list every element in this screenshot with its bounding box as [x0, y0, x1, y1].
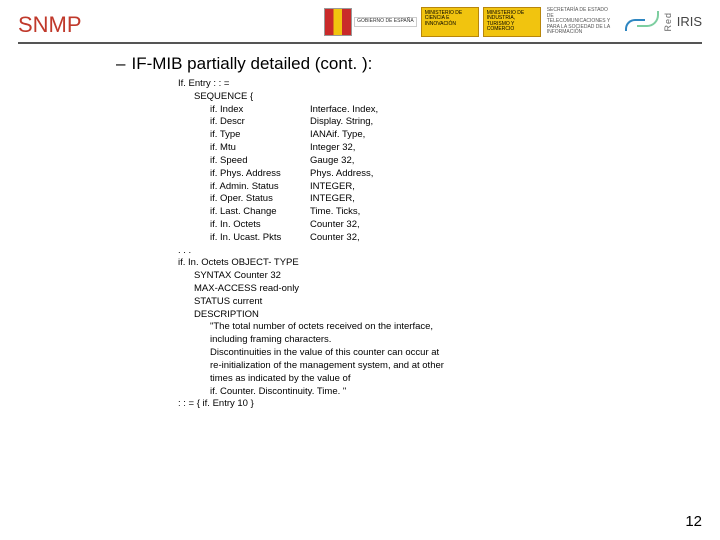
dash: –: [116, 54, 125, 73]
mib-line: DESCRIPTION: [194, 309, 702, 322]
spain-coat-icon: [324, 8, 352, 36]
seq-type: Counter 32,: [310, 219, 360, 232]
sequence-row: if. SpeedGauge 32,: [210, 155, 702, 168]
ministerio-industria: MINISTERIO DE INDUSTRIA, TURISMO Y COMER…: [483, 7, 541, 37]
seq-type: Interface. Index,: [310, 104, 378, 117]
sequence-row: if. In. Ucast. PktsCounter 32,: [210, 232, 702, 245]
gov-label: GOBIERNO DE ESPAÑA: [354, 17, 417, 27]
sequence-row: if. IndexInterface. Index,: [210, 104, 702, 117]
sequence-row: if. Oper. StatusINTEGER,: [210, 193, 702, 206]
seq-type: INTEGER,: [310, 181, 355, 194]
seq-name: if. In. Octets: [210, 219, 310, 232]
seq-name: if. Last. Change: [210, 206, 310, 219]
sequence-row: if. In. OctetsCounter 32,: [210, 219, 702, 232]
seq-type: Gauge 32,: [310, 155, 354, 168]
seq-name: if. Phys. Address: [210, 168, 310, 181]
page-title: SNMP: [18, 12, 82, 38]
seq-name: if. Speed: [210, 155, 310, 168]
sequence-row: if. TypeIANAif. Type,: [210, 129, 702, 142]
seq-name: if. Descr: [210, 116, 310, 129]
iris-small-text: Red: [663, 12, 673, 32]
mib-line: SEQUENCE {: [194, 91, 702, 104]
mib-desc-line: re-initialization of the management syst…: [210, 360, 702, 373]
seq-name: if. Admin. Status: [210, 181, 310, 194]
seq-name: if. In. Ucast. Pkts: [210, 232, 310, 245]
mib-desc-line: if. Counter. Discontinuity. Time. ": [210, 386, 702, 399]
seq-name: if. Index: [210, 104, 310, 117]
gov-logo-block: GOBIERNO DE ESPAÑA: [324, 8, 417, 36]
sequence-row: if. MtuInteger 32,: [210, 142, 702, 155]
mib-line: SYNTAX Counter 32: [194, 270, 702, 283]
seq-type: INTEGER,: [310, 193, 355, 206]
seq-type: Counter 32,: [310, 232, 360, 245]
seq-name: if. Mtu: [210, 142, 310, 155]
mib-line: if. In. Octets OBJECT- TYPE: [178, 257, 702, 270]
iris-big-text: IRIS: [677, 14, 702, 29]
header-logos: GOBIERNO DE ESPAÑA MINISTERIO DE CIENCIA…: [324, 6, 702, 38]
mib-desc-line: including framing characters.: [210, 334, 702, 347]
sequence-row: if. DescrDisplay. String,: [210, 116, 702, 129]
seq-name: if. Oper. Status: [210, 193, 310, 206]
iris-swirl-icon: [625, 11, 659, 33]
seq-name: if. Type: [210, 129, 310, 142]
seq-type: Phys. Address,: [310, 168, 373, 181]
ministerio-ciencia: MINISTERIO DE CIENCIA E INNOVACIÓN: [421, 7, 479, 37]
subheading: –IF-MIB partially detailed (cont. ):: [116, 54, 702, 74]
sequence-row: if. Last. ChangeTime. Ticks,: [210, 206, 702, 219]
seq-type: Display. String,: [310, 116, 373, 129]
mib-ellipsis: . . .: [178, 245, 702, 258]
setsi-label: SECRETARÍA DE ESTADO DE TELECOMUNICACION…: [545, 6, 613, 38]
mib-line: MAX-ACCESS read-only: [194, 283, 702, 296]
seq-type: IANAif. Type,: [310, 129, 365, 142]
mib-listing: If. Entry : : = SEQUENCE { if. IndexInte…: [178, 78, 702, 411]
mib-line: STATUS current: [194, 296, 702, 309]
slide-content: –IF-MIB partially detailed (cont. ): If.…: [0, 44, 720, 411]
sequence-row: if. Phys. AddressPhys. Address,: [210, 168, 702, 181]
mib-line: If. Entry : : =: [178, 78, 702, 91]
page-number: 12: [685, 513, 702, 530]
mib-desc-line: times as indicated by the value of: [210, 373, 702, 386]
mib-desc-line: "The total number of octets received on …: [210, 321, 702, 334]
seq-type: Time. Ticks,: [310, 206, 360, 219]
seq-type: Integer 32,: [310, 142, 355, 155]
sequence-row: if. Admin. StatusINTEGER,: [210, 181, 702, 194]
rediris-logo: Red IRIS: [625, 11, 702, 33]
mib-line: : : = { if. Entry 10 }: [178, 398, 702, 411]
subheading-text: IF-MIB partially detailed (cont. ):: [131, 54, 372, 73]
mib-desc-line: Discontinuities in the value of this cou…: [210, 347, 702, 360]
